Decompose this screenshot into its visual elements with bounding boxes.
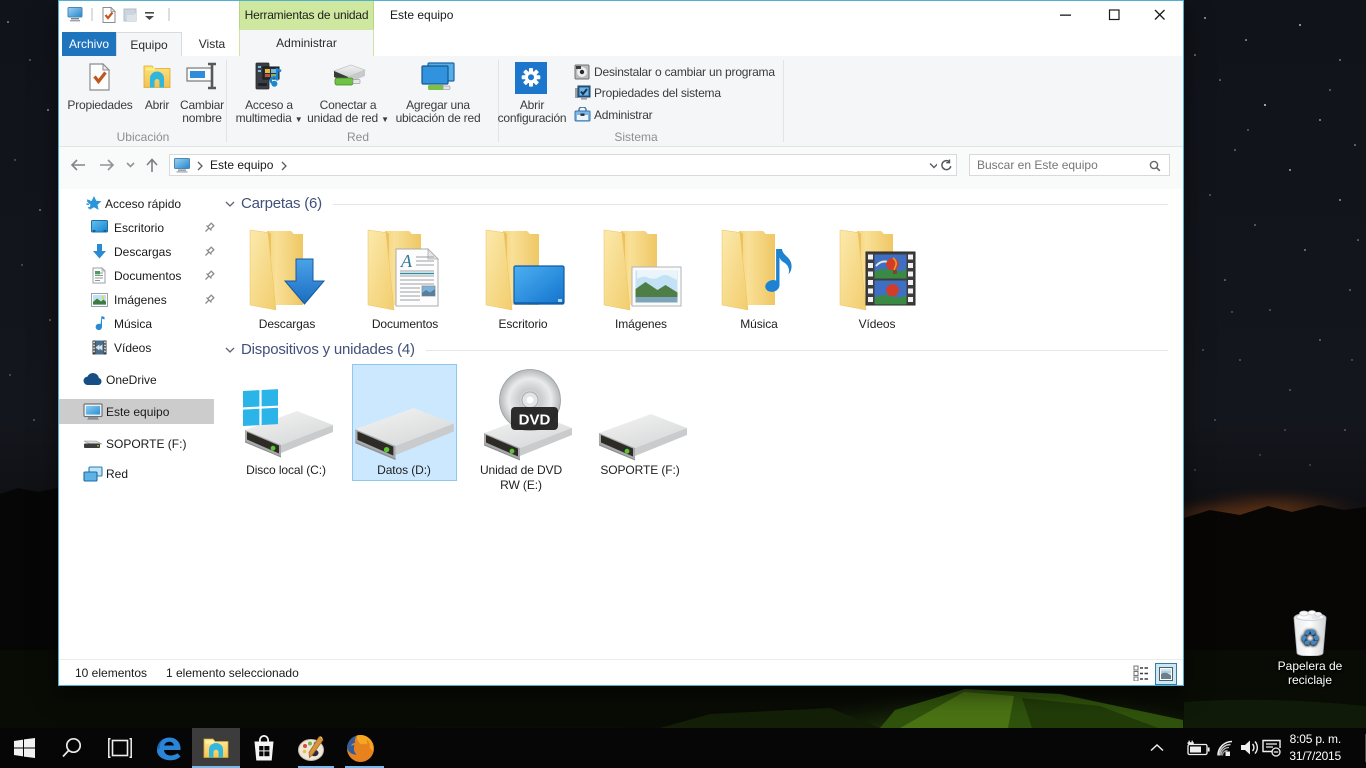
svg-text:DVD: DVD xyxy=(519,412,551,429)
svg-text:A: A xyxy=(400,251,413,271)
svg-text:♻: ♻ xyxy=(1300,625,1321,651)
